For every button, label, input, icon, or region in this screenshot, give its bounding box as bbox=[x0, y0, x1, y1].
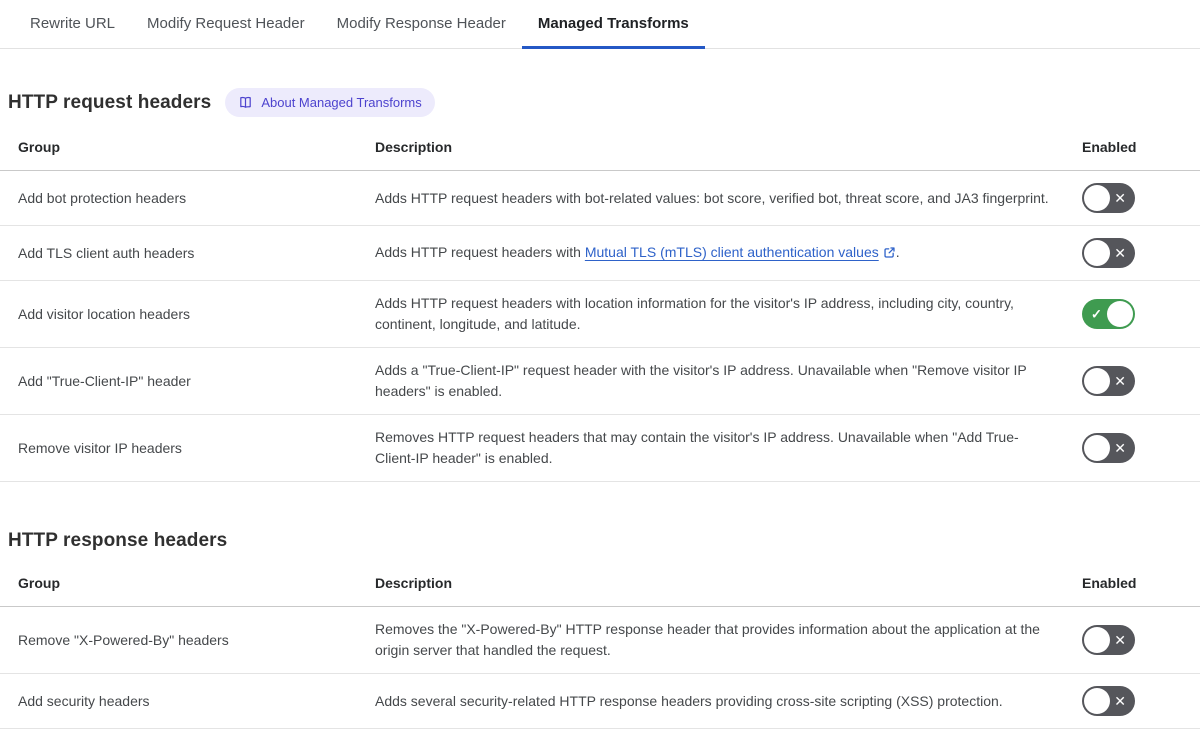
badge-label: About Managed Transforms bbox=[261, 96, 421, 110]
group-cell: Remove "X-Powered-By" headers bbox=[0, 618, 360, 663]
table-row: Add "True-Client-IP" headerAdds a "True-… bbox=[0, 348, 1200, 415]
enabled-toggle[interactable]: ✓✕ bbox=[1082, 238, 1135, 268]
x-icon: ✕ bbox=[1114, 694, 1126, 708]
enabled-toggle[interactable]: ✓✕ bbox=[1082, 366, 1135, 396]
table-row: Add visitor location headersAdds HTTP re… bbox=[0, 281, 1200, 348]
section-title-request: HTTP request headers bbox=[8, 91, 211, 115]
description-cell: Removes the "X-Powered-By" HTTP response… bbox=[360, 607, 1080, 673]
enabled-cell: ✓✕ bbox=[1080, 674, 1200, 728]
tab-modify-request-header[interactable]: Modify Request Header bbox=[131, 0, 321, 49]
book-icon bbox=[238, 95, 253, 110]
toggle-knob bbox=[1084, 185, 1110, 211]
tab-bar: Rewrite URLModify Request HeaderModify R… bbox=[0, 0, 1200, 49]
x-icon: ✕ bbox=[1114, 246, 1126, 260]
check-icon: ✓ bbox=[1091, 308, 1102, 321]
table-row: Add bot protection headersAdds HTTP requ… bbox=[0, 171, 1200, 226]
column-header-group: Group bbox=[0, 128, 360, 170]
x-icon: ✕ bbox=[1114, 633, 1126, 647]
column-header-enabled: Enabled bbox=[1080, 564, 1200, 606]
column-header-group: Group bbox=[0, 564, 360, 606]
toggle-knob bbox=[1107, 301, 1133, 327]
section-title-response: HTTP response headers bbox=[8, 529, 227, 553]
toggle-knob bbox=[1084, 627, 1110, 653]
toggle-knob bbox=[1084, 688, 1110, 714]
enabled-cell: ✓✕ bbox=[1080, 613, 1200, 667]
toggle-knob bbox=[1084, 240, 1110, 266]
description-cell: Adds HTTP request headers with Mutual TL… bbox=[360, 230, 1080, 277]
enabled-cell: ✓✕ bbox=[1080, 171, 1200, 225]
x-icon: ✕ bbox=[1114, 374, 1126, 388]
tab-managed-transforms[interactable]: Managed Transforms bbox=[522, 0, 705, 49]
table-row: Add TLS client auth headersAdds HTTP req… bbox=[0, 226, 1200, 281]
description-cell: Removes HTTP request headers that may co… bbox=[360, 415, 1080, 481]
enabled-toggle[interactable]: ✓✕ bbox=[1082, 686, 1135, 716]
table-row: Remove "X-Powered-By" headersRemoves the… bbox=[0, 607, 1200, 674]
request-headers-table: Group Description Enabled Add bot protec… bbox=[0, 128, 1200, 482]
x-icon: ✕ bbox=[1114, 441, 1126, 455]
toggle-knob bbox=[1084, 435, 1110, 461]
response-headers-table: Group Description Enabled Remove "X-Powe… bbox=[0, 564, 1200, 729]
http-request-headers-section: HTTP request headers About Managed Trans… bbox=[0, 88, 1200, 482]
toggle-knob bbox=[1084, 368, 1110, 394]
group-cell: Add security headers bbox=[0, 679, 360, 724]
group-cell: Add "True-Client-IP" header bbox=[0, 359, 360, 404]
enabled-toggle[interactable]: ✓✕ bbox=[1082, 183, 1135, 213]
table-row: Add security headersAdds several securit… bbox=[0, 674, 1200, 729]
external-link-icon bbox=[883, 244, 896, 265]
group-cell: Remove visitor IP headers bbox=[0, 426, 360, 471]
column-header-enabled: Enabled bbox=[1080, 128, 1200, 170]
table-header-row: Group Description Enabled bbox=[0, 564, 1200, 607]
enabled-cell: ✓✕ bbox=[1080, 354, 1200, 408]
description-cell: Adds HTTP request headers with location … bbox=[360, 281, 1080, 347]
column-header-description: Description bbox=[360, 564, 1080, 606]
description-cell: Adds several security-related HTTP respo… bbox=[360, 679, 1080, 724]
tab-modify-response-header[interactable]: Modify Response Header bbox=[321, 0, 522, 49]
enabled-toggle[interactable]: ✓✕ bbox=[1082, 625, 1135, 655]
managed-transforms-page: HTTP request headers About Managed Trans… bbox=[0, 88, 1200, 729]
enabled-toggle[interactable]: ✓✕ bbox=[1082, 299, 1135, 329]
enabled-cell: ✓✕ bbox=[1080, 421, 1200, 475]
enabled-cell: ✓✕ bbox=[1080, 226, 1200, 280]
group-cell: Add visitor location headers bbox=[0, 292, 360, 337]
column-header-description: Description bbox=[360, 128, 1080, 170]
enabled-cell: ✓✕ bbox=[1080, 287, 1200, 341]
description-cell: Adds a "True-Client-IP" request header w… bbox=[360, 348, 1080, 414]
mtls-doc-link[interactable]: Mutual TLS (mTLS) client authentication … bbox=[585, 244, 879, 260]
group-cell: Add bot protection headers bbox=[0, 176, 360, 221]
about-managed-transforms-badge[interactable]: About Managed Transforms bbox=[225, 88, 434, 117]
table-row: Remove visitor IP headersRemoves HTTP re… bbox=[0, 415, 1200, 482]
enabled-toggle[interactable]: ✓✕ bbox=[1082, 433, 1135, 463]
group-cell: Add TLS client auth headers bbox=[0, 231, 360, 276]
x-icon: ✕ bbox=[1114, 191, 1126, 205]
http-response-headers-section: HTTP response headers Group Description … bbox=[0, 529, 1200, 729]
table-header-row: Group Description Enabled bbox=[0, 128, 1200, 171]
description-cell: Adds HTTP request headers with bot-relat… bbox=[360, 176, 1080, 221]
tab-rewrite-url[interactable]: Rewrite URL bbox=[14, 0, 131, 49]
